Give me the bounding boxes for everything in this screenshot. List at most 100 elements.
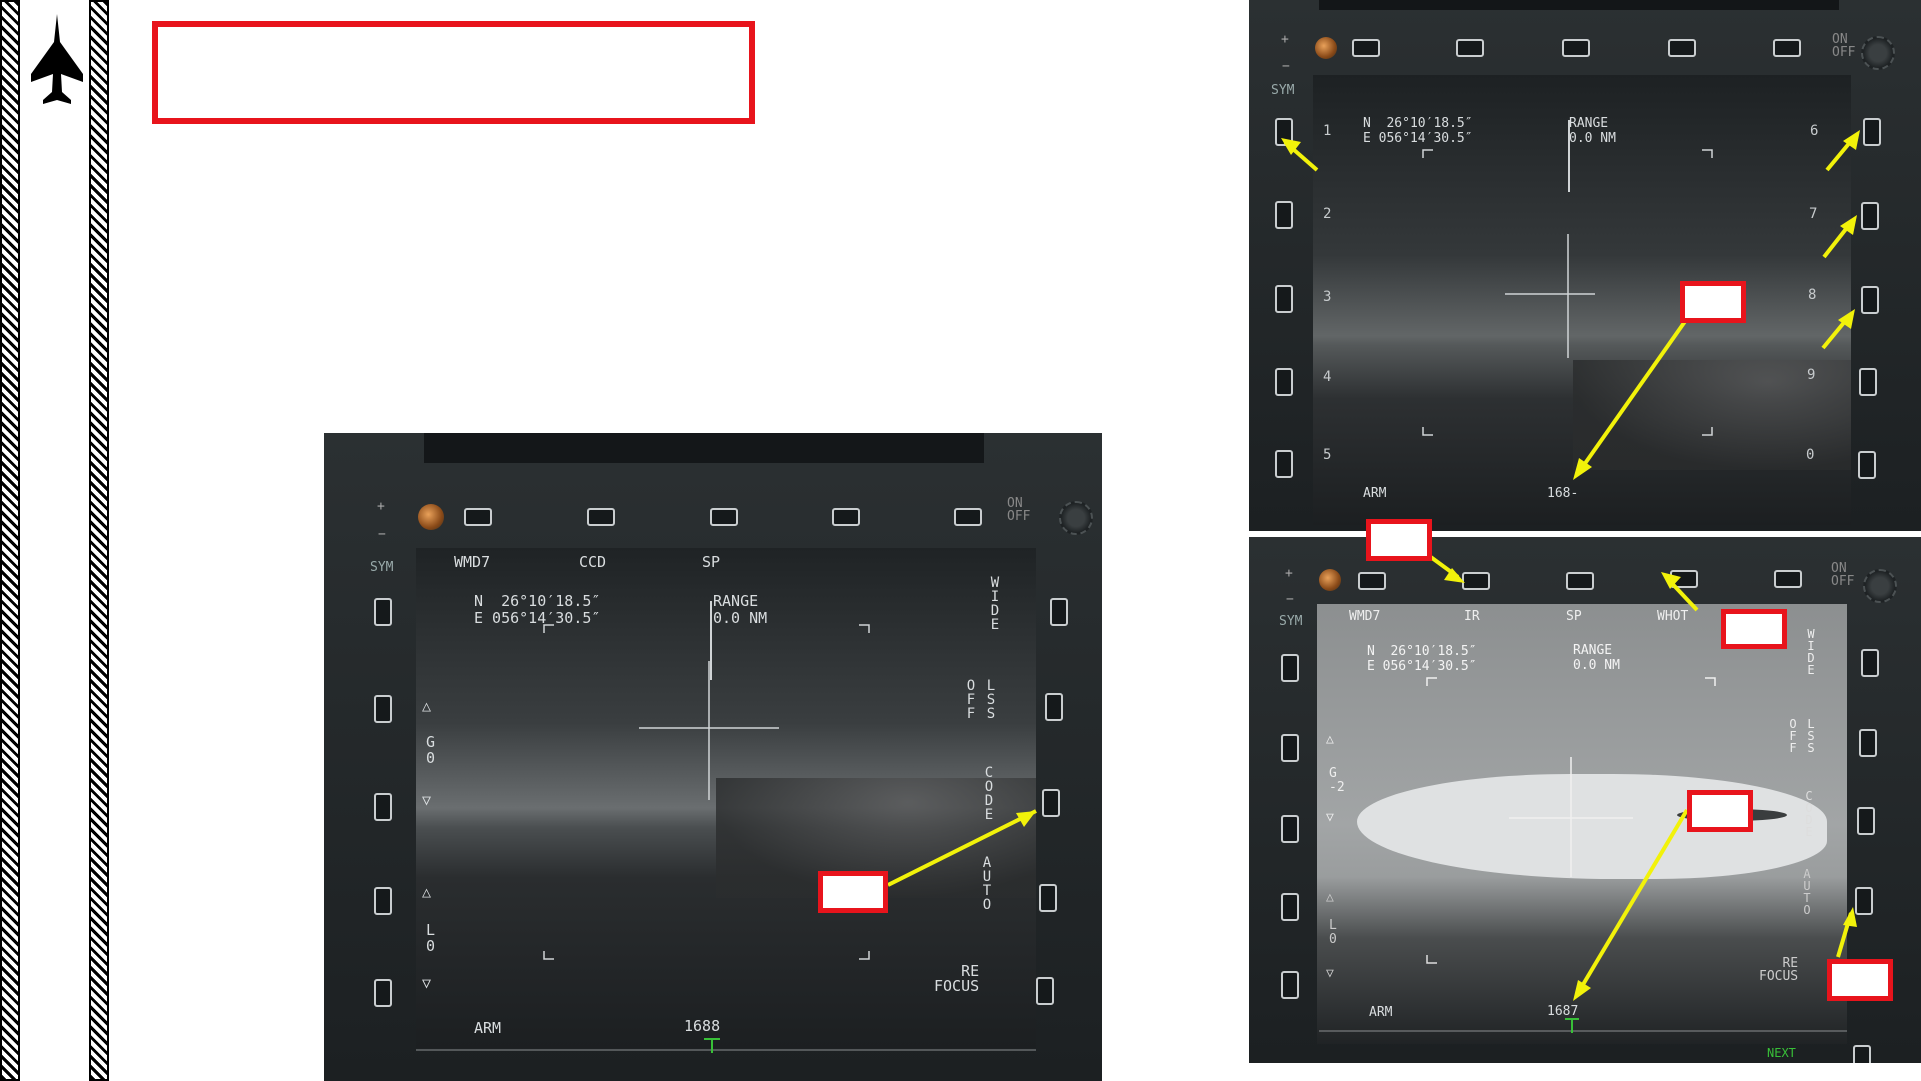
osb-right-2[interactable] (1859, 729, 1877, 757)
top-right-mfd-panel: + − ON OFF SYM 1 2 3 4 5 6 7 8 9 0 N 26°… (1249, 0, 1921, 531)
minus-label: − (1282, 59, 1290, 74)
coord-lon: E 056°14′30.5″ (1367, 659, 1477, 674)
on-off-label: ON OFF (1831, 561, 1855, 589)
osb-top-1[interactable] (464, 508, 492, 526)
sea-shape (1357, 774, 1827, 879)
sp-label: SP (702, 553, 721, 571)
osb-top-3[interactable] (1566, 572, 1594, 590)
osb-right-2[interactable] (1045, 693, 1063, 721)
level-up-icon[interactable]: △ (422, 885, 431, 900)
sp-label: SP (1566, 609, 1582, 624)
level-up-icon[interactable]: △ (1326, 891, 1334, 904)
brightness-knob[interactable] (1319, 569, 1341, 591)
osb-left-1[interactable] (1281, 654, 1299, 682)
osb-left-5[interactable] (374, 979, 392, 1007)
osb-number-4: 4 (1323, 369, 1332, 385)
osb-right-9[interactable] (1859, 368, 1877, 396)
gain-up-icon[interactable]: △ (1326, 733, 1334, 746)
laser-code-label: 168- (1547, 486, 1579, 501)
refocus-label: RE FOCUS (934, 962, 980, 995)
fighter-jet-icon (27, 12, 87, 108)
osb-top-4[interactable] (1670, 570, 1698, 588)
osb-top-5[interactable] (1774, 570, 1802, 588)
osb-left-2[interactable] (1281, 734, 1299, 762)
level-value: 0 (1329, 932, 1337, 947)
osb-left-1[interactable] (374, 598, 392, 626)
range-label: RANGE (1573, 643, 1613, 658)
gain-label: G (426, 733, 436, 751)
osb-right-1[interactable] (1861, 649, 1879, 677)
osb-right-5[interactable] (1036, 977, 1054, 1005)
auto-label: AUTO (979, 855, 995, 911)
sym-label: SYM (370, 560, 394, 575)
minus-label: − (1286, 592, 1294, 607)
level-value: 0 (426, 937, 436, 955)
title-callout-box (152, 21, 755, 124)
osb-left-1[interactable] (1275, 118, 1293, 146)
off-label: OFF (1786, 717, 1800, 753)
gain-down-icon[interactable]: ▽ (1326, 811, 1334, 824)
wide-label: WIDE (1804, 627, 1818, 675)
level-label: L (1329, 918, 1337, 933)
osb-left-5[interactable] (1275, 450, 1293, 478)
laser-code-label: 1687 (1547, 1004, 1579, 1019)
power-knob[interactable] (1861, 36, 1895, 70)
osb-top-3[interactable] (1562, 39, 1590, 57)
gain-up-icon[interactable]: △ (422, 699, 431, 714)
sym-label: SYM (1279, 614, 1303, 629)
osb-right-3[interactable] (1042, 789, 1060, 817)
osb-left-2[interactable] (374, 695, 392, 723)
osb-top-2[interactable] (587, 508, 615, 526)
power-knob[interactable] (1863, 569, 1897, 603)
coord-lat: N 26°10′18.5″ (474, 592, 601, 610)
osb-top-3[interactable] (710, 508, 738, 526)
osb-left-5[interactable] (1281, 971, 1299, 999)
osb-top-4[interactable] (832, 508, 860, 526)
osb-right-4[interactable] (1039, 884, 1057, 912)
osb-left-4[interactable] (1281, 893, 1299, 921)
osb-right-5[interactable] (1853, 1045, 1871, 1063)
osb-top-2[interactable] (1456, 39, 1484, 57)
left-rail-stripe (0, 0, 20, 1081)
gain-value: 0 (426, 749, 436, 767)
brightness-knob[interactable] (418, 504, 444, 530)
level-down-icon[interactable]: ▽ (1326, 967, 1334, 980)
laser-code-label: 1688 (684, 1017, 721, 1035)
osb-right-6[interactable] (1863, 118, 1881, 146)
level-down-icon[interactable]: ▽ (422, 976, 431, 991)
minus-label: − (378, 527, 386, 542)
auto-label: AUTO (1800, 867, 1814, 915)
brightness-knob[interactable] (1315, 37, 1337, 59)
osb-left-3[interactable] (1275, 285, 1293, 313)
osb-number-3: 3 (1323, 289, 1332, 305)
ir-callout-box (1366, 519, 1432, 561)
osb-right-0[interactable] (1858, 451, 1876, 479)
on-off-label: ON OFF (1832, 32, 1856, 60)
osb-left-4[interactable] (1275, 368, 1293, 396)
osb-right-4[interactable] (1855, 887, 1873, 915)
osb-right-8[interactable] (1861, 286, 1879, 314)
range-value: 0.0 NM (1573, 658, 1620, 673)
osb-left-4[interactable] (374, 887, 392, 915)
plus-label: + (1285, 566, 1293, 581)
wide-label: WIDE (987, 575, 1003, 631)
gain-down-icon[interactable]: ▽ (422, 793, 431, 808)
osb-top-5[interactable] (954, 508, 982, 526)
range-value: 0.0 NM (713, 609, 768, 627)
osb-right-1[interactable] (1050, 598, 1068, 626)
osb-top-1[interactable] (1358, 572, 1386, 590)
osb-left-3[interactable] (1281, 815, 1299, 843)
osb-top-1[interactable] (1352, 39, 1380, 57)
osb-right-3[interactable] (1857, 807, 1875, 835)
osb-top-4[interactable] (1668, 39, 1696, 57)
osb-top-5[interactable] (1773, 39, 1801, 57)
osb-right-7[interactable] (1861, 202, 1879, 230)
plus-label: + (1281, 32, 1289, 47)
osb-left-3[interactable] (374, 793, 392, 821)
sym-label: SYM (1271, 83, 1295, 98)
osb-top-2[interactable] (1462, 572, 1490, 590)
range-value: 0.0 NM (1569, 131, 1616, 146)
power-knob[interactable] (1059, 501, 1093, 535)
osb-left-2[interactable] (1275, 201, 1293, 229)
ccd-label: CCD (579, 553, 607, 571)
